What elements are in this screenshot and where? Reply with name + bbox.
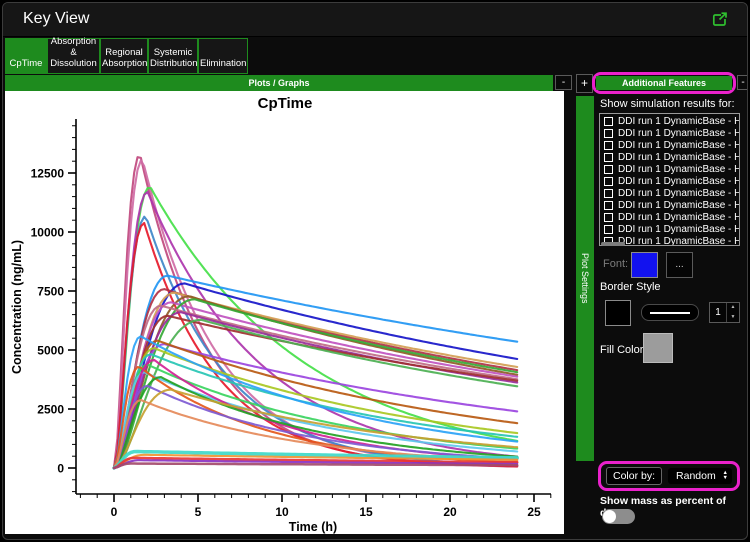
border-width-spinner[interactable]: 1 ▲ ▼ (709, 302, 740, 323)
checkbox[interactable] (604, 165, 613, 174)
mass-percent-toggle[interactable] (602, 509, 635, 524)
additional-features-header[interactable]: Additional Features (596, 76, 732, 90)
fill-color-swatch[interactable] (643, 333, 673, 363)
spinner-up-icon[interactable]: ▲ (727, 303, 739, 313)
window-title: Key View (23, 10, 89, 28)
svg-text:0: 0 (57, 462, 64, 476)
border-color-swatch[interactable] (605, 300, 631, 326)
key-view-window: Key View CpTimeAbsorption & DissolutionR… (2, 2, 748, 540)
color-by-value: Random (676, 470, 723, 482)
svg-text:20: 20 (443, 505, 457, 519)
svg-text:25: 25 (527, 505, 541, 519)
simulation-item-label: DDI run 1 DynamicBase - Hum (618, 236, 739, 246)
border-style-label: Border Style (600, 281, 661, 293)
checkbox[interactable] (604, 129, 613, 138)
simulation-list-item[interactable]: DDI run 1 DynamicBase - Hum (602, 163, 739, 175)
cptime-plot: 0 2500 5000 7500 10000 12500 0 5 10 15 20 25 CpTime T… (5, 91, 564, 534)
checkbox[interactable] (604, 117, 613, 126)
toggle-knob (603, 510, 616, 523)
svg-text:Time (h): Time (h) (289, 520, 337, 534)
tab-elimination[interactable]: Elimination (198, 38, 248, 74)
checkbox[interactable] (604, 141, 613, 150)
tab-systemic-distribution[interactable]: Systemic Distribution (148, 38, 198, 74)
color-by-label: Color by: (606, 467, 662, 485)
plot-settings-tab[interactable]: Plot Settings (576, 96, 594, 461)
tab-strip: CpTime Absorption & DissolutionRegional A… (3, 38, 747, 74)
additional-features-highlight: Additional Features (592, 72, 736, 94)
svg-text:2500: 2500 (37, 403, 64, 417)
simulation-item-label: DDI run 1 DynamicBase - Hum (618, 212, 739, 223)
font-label: Font: (603, 258, 628, 270)
simulation-list-item[interactable]: DDI run 1 DynamicBase - Hum (602, 212, 739, 224)
simulation-list-item[interactable]: DDI run 1 DynamicBase - Hum (602, 188, 739, 200)
plots-collapse-button[interactable]: - (555, 75, 572, 90)
font-more-button[interactable]: ... (666, 252, 693, 278)
svg-text:5000: 5000 (37, 344, 64, 358)
dropdown-arrows-icon: ▲▼ (723, 471, 728, 481)
simulation-results-list[interactable]: DDI run 1 DynamicBase - HumDDI run 1 Dyn… (599, 113, 740, 246)
svg-text:12500: 12500 (31, 167, 65, 181)
svg-text:15: 15 (359, 505, 373, 519)
checkbox[interactable] (604, 153, 613, 162)
svg-text:10000: 10000 (31, 226, 65, 240)
simulation-list-item[interactable]: DDI run 1 DynamicBase - Hum (602, 139, 739, 151)
cptime-chart-svg: 0 2500 5000 7500 10000 12500 0 5 10 15 20 25 CpTime T… (5, 91, 564, 534)
checkbox[interactable] (604, 213, 613, 222)
tab-label: Systemic Distribution (150, 48, 196, 70)
simulation-list-item[interactable]: DDI run 1 DynamicBase - Hum (602, 151, 739, 163)
tab-label: Regional Absorption (102, 48, 146, 70)
color-by-highlight: Color by: Random ▲▼ (598, 461, 740, 491)
simulation-list-item[interactable]: DDI run 1 DynamicBase - Hum (602, 127, 739, 139)
plots-graphs-header: Plots / Graphs (5, 75, 553, 91)
title-bar: Key View (3, 3, 747, 37)
simulation-list-item[interactable]: DDI run 1 DynamicBase - Hum (602, 175, 739, 187)
additional-features-collapse-button[interactable]: - (737, 75, 748, 90)
simulation-list-item[interactable]: DDI run 1 DynamicBase - Hum (602, 224, 739, 236)
tab-label: Elimination (200, 59, 246, 70)
simulation-item-label: DDI run 1 DynamicBase - Hum (618, 152, 739, 163)
border-width-value: 1 (710, 303, 726, 322)
svg-text:0: 0 (111, 505, 118, 519)
svg-text:10: 10 (275, 505, 289, 519)
simulation-item-label: DDI run 1 DynamicBase - Hum (618, 116, 739, 127)
simulation-item-label: DDI run 1 DynamicBase - Hum (618, 188, 739, 199)
fill-color-label: Fill Color (600, 344, 643, 356)
font-color-swatch[interactable] (631, 252, 658, 278)
tab-label: Absorption & Dissolution (49, 37, 98, 70)
open-external-icon[interactable] (711, 12, 729, 28)
svg-text:CpTime: CpTime (258, 95, 313, 112)
simulation-list-item[interactable]: DDI run 1 DynamicBase - Hum (602, 115, 739, 127)
border-line-style-button[interactable] (641, 304, 699, 321)
tab-regional-absorption[interactable]: Regional Absorption (100, 38, 148, 74)
simulation-item-label: DDI run 1 DynamicBase - Hum (618, 200, 739, 211)
show-results-label: Show simulation results for: (600, 98, 735, 110)
svg-text:Concentration (ng/mL): Concentration (ng/mL) (10, 240, 24, 374)
checkbox[interactable] (604, 225, 613, 234)
tab-cptime[interactable]: CpTime (5, 38, 47, 74)
simulation-item-label: DDI run 1 DynamicBase - Hum (618, 176, 739, 187)
svg-text:5: 5 (195, 505, 202, 519)
svg-text:7500: 7500 (37, 285, 64, 299)
line-style-preview (650, 312, 690, 314)
simulation-item-label: DDI run 1 DynamicBase - Hum (618, 128, 739, 139)
checkbox[interactable] (604, 189, 613, 198)
color-by-dropdown[interactable]: Random ▲▼ (668, 468, 732, 484)
simulation-item-label: DDI run 1 DynamicBase - Hum (618, 224, 739, 235)
plot-settings-expand-button[interactable]: + (576, 74, 593, 93)
checkbox[interactable] (604, 177, 613, 186)
tab-absorption-dissolution[interactable]: Absorption & Dissolution (47, 38, 100, 74)
tab-label: CpTime (7, 59, 45, 70)
simulation-item-label: DDI run 1 DynamicBase - Hum (618, 164, 739, 175)
simulation-item-label: DDI run 1 DynamicBase - Hum (618, 140, 739, 151)
simulation-list-item[interactable]: DDI run 1 DynamicBase - Hum (602, 200, 739, 212)
list-horizontal-scrollbar[interactable] (601, 242, 625, 246)
spinner-down-icon[interactable]: ▼ (727, 313, 739, 323)
checkbox[interactable] (604, 201, 613, 210)
